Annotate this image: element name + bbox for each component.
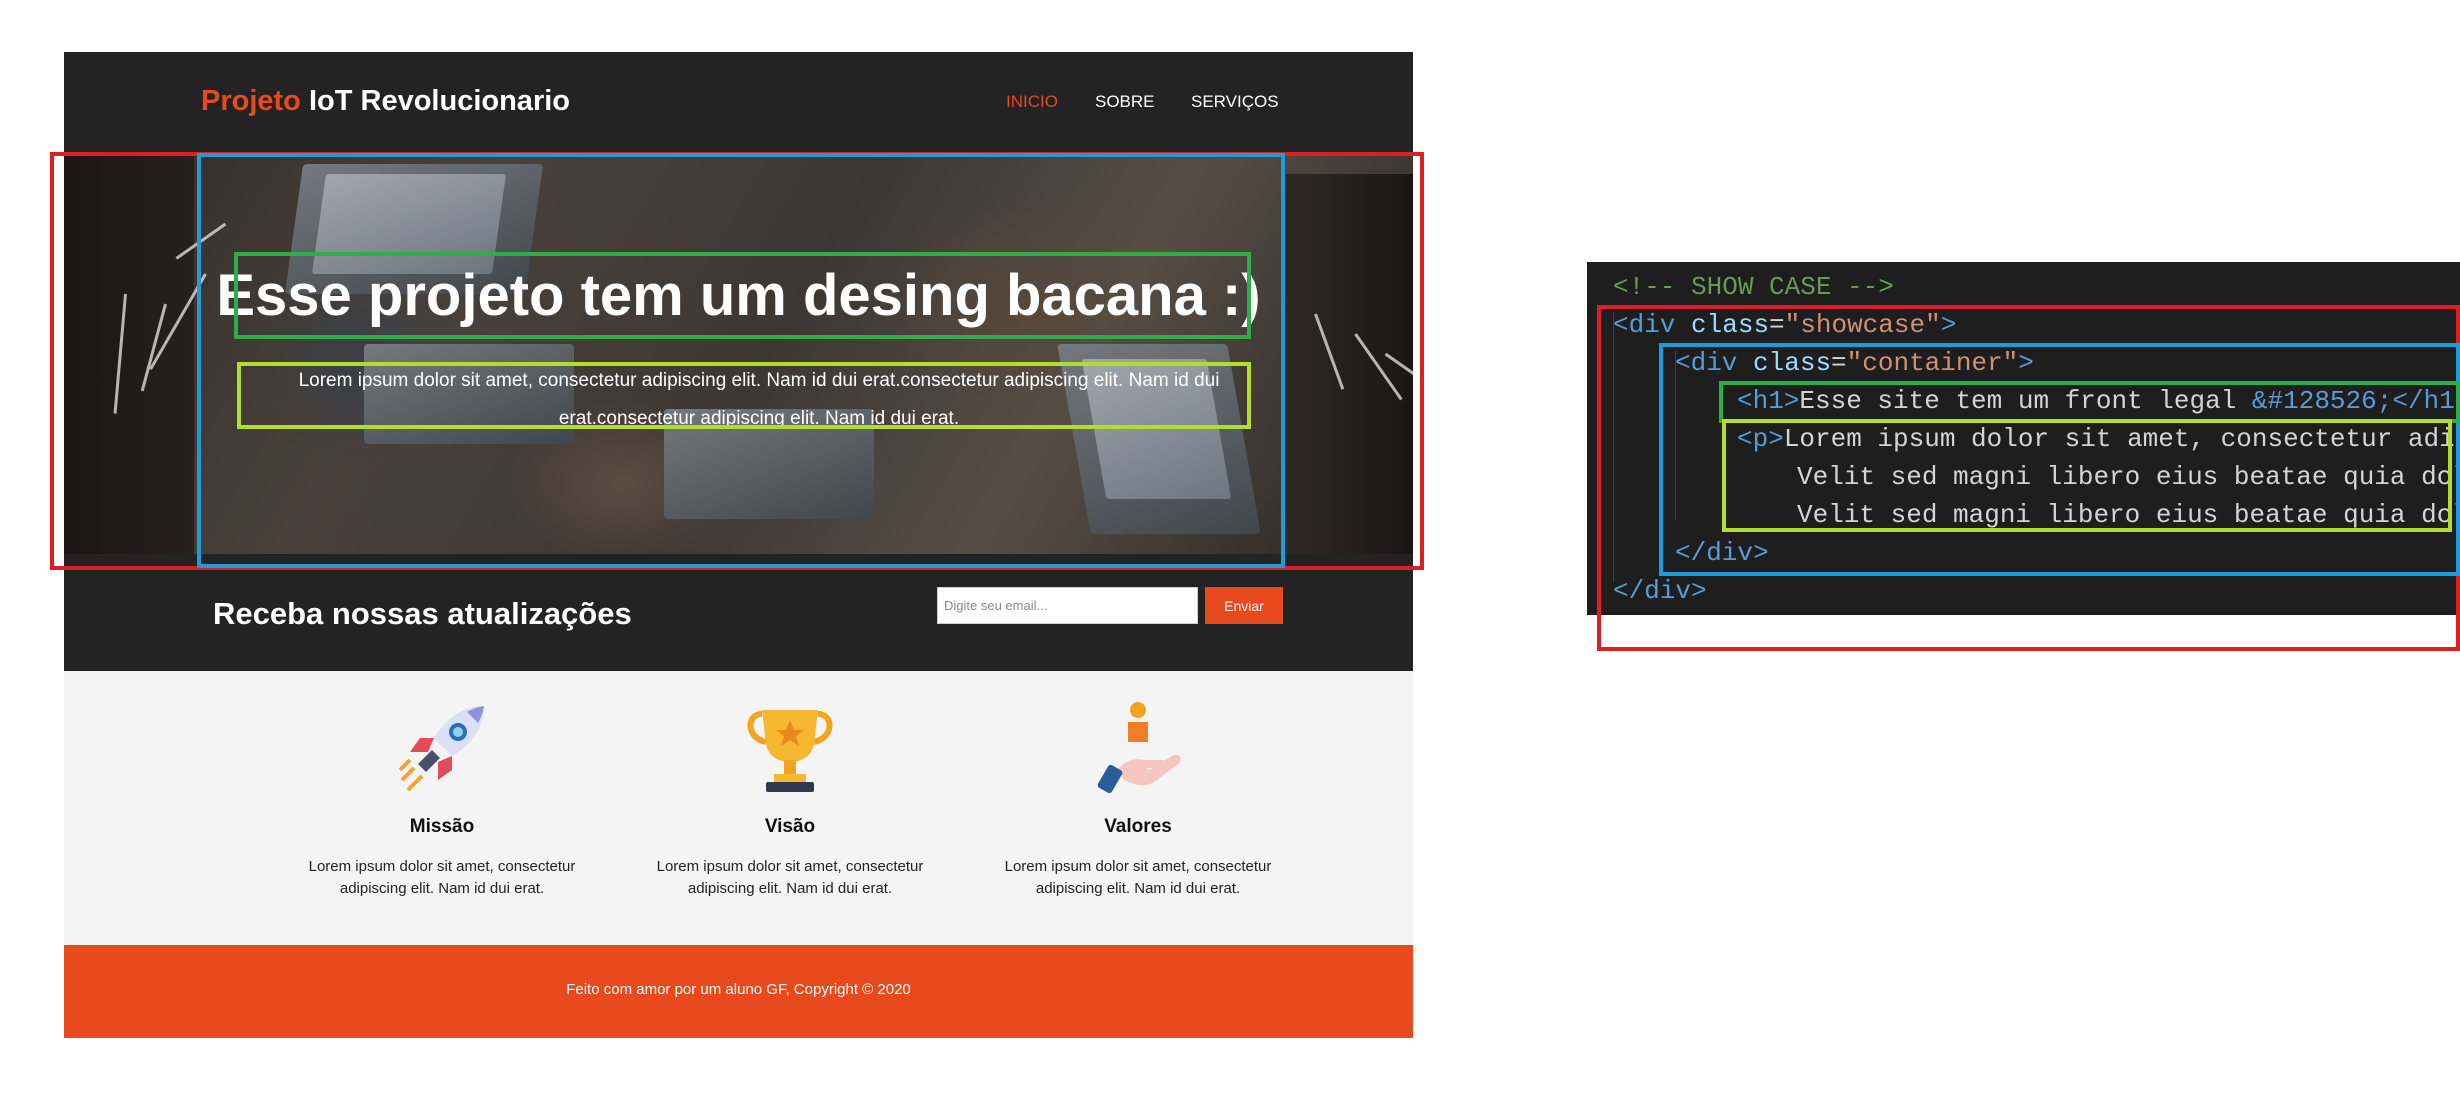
box-text: Lorem ipsum dolor sit amet, consectetur … [308, 858, 576, 897]
indent-guide [1613, 312, 1614, 582]
code-token: "showcase" [1784, 310, 1941, 340]
code-editor: <!-- SHOW CASE --> <div class="showcase"… [1587, 262, 2460, 615]
website-preview: Projeto IoT Revolucionario INICIO SOBRE … [64, 52, 1413, 1038]
code-line-p-cont: Velit sed magni libero eius beatae quia … [1797, 500, 2460, 530]
site-footer: Feito com amor por um aluno GF, Copyrigh… [64, 945, 1413, 1038]
logo-highlight: Projeto [201, 85, 301, 117]
code-token: <div [1613, 310, 1676, 340]
showcase-text: Lorem ipsum dolor sit amet, consectetur … [298, 370, 1220, 429]
code-line-div-close: </div> [1613, 576, 1707, 606]
box-text: Lorem ipsum dolor sit amet, consectetur … [656, 858, 924, 897]
site-header: Projeto IoT Revolucionario INICIO SOBRE … [64, 52, 1413, 154]
code-token: = [1769, 310, 1785, 340]
code-token: = [1831, 348, 1847, 378]
code-token: Lorem ipsum dolor sit amet, consectetur … [1783, 424, 2460, 454]
code-token: > [1940, 310, 1957, 340]
code-line-comment: <!-- SHOW CASE --> [1613, 272, 1894, 302]
code-line-div-close: </div> [1675, 538, 1769, 568]
box-text: Lorem ipsum dolor sit amet, consectetur … [1004, 858, 1272, 897]
newsletter-section: Receba nossas atualizações Enviar [64, 554, 1413, 671]
showcase-title: Esse projeto tem um desing bacana :) [216, 263, 1261, 328]
email-input[interactable] [937, 587, 1198, 624]
newsletter-title: Receba nossas atualizações [213, 596, 632, 631]
hand-person-icon [1097, 702, 1181, 794]
code-token: "container" [1846, 348, 2019, 378]
submit-button[interactable]: Enviar [1205, 587, 1283, 624]
nav-link-sobre[interactable]: SOBRE [1095, 92, 1155, 112]
showcase-hero: Esse projeto tem um desing bacana :) Lor… [64, 154, 1413, 554]
box-title: Valores [1104, 816, 1172, 837]
code-token: > [2018, 348, 2034, 378]
rocket-icon [398, 706, 484, 792]
code-token: </div> [1613, 576, 1707, 606]
code-line-div-container: <div class="container"> [1675, 348, 2034, 378]
code-token: </h1> [2392, 386, 2460, 416]
code-line-p: <p>Lorem ipsum dolor sit amet, consectet… [1737, 424, 2460, 454]
code-token: <h1> [1737, 386, 1800, 416]
box-visao: Visão Lorem ipsum dolor sit amet, consec… [645, 698, 935, 900]
code-line-p-cont: Velit sed magni libero eius beatae quia … [1797, 462, 2460, 492]
nav-link-inicio[interactable]: INICIO [1006, 92, 1058, 112]
code-token: </div> [1675, 538, 1769, 568]
code-token: class [1753, 348, 1832, 378]
code-line-h1: <h1>Esse site tem um front legal &#12852… [1737, 386, 2460, 416]
site-logo[interactable]: Projeto IoT Revolucionario [201, 85, 570, 118]
box-title: Visão [764, 816, 816, 837]
code-comment: <!-- SHOW CASE --> [1613, 272, 1894, 302]
code-token: &#128526; [2251, 386, 2393, 416]
code-line-div-showcase: <div class="showcase"> [1613, 310, 1956, 340]
box-title: Missão [409, 816, 475, 837]
showcase-overlay [64, 154, 1413, 554]
logo-text: IoT Revolucionario [308, 85, 570, 117]
box-valores: Valores Lorem ipsum dolor sit amet, cons… [993, 698, 1283, 900]
code-token: class [1691, 310, 1770, 340]
code-token: Velit sed magni libero eius beatae quia … [1797, 462, 2460, 492]
footer-text: Feito com amor por um aluno GF, Copyrigh… [566, 981, 911, 998]
nav-link-servicos[interactable]: SERVIÇOS [1191, 92, 1279, 112]
trophy-icon [747, 710, 833, 792]
code-token: Velit sed magni libero eius beatae quia … [1797, 500, 2460, 530]
code-token: <p> [1737, 424, 1784, 454]
code-token: <div [1675, 348, 1738, 378]
box-missao: Missão Lorem ipsum dolor sit amet, conse… [297, 698, 587, 900]
code-token: Esse site tem um front legal [1799, 386, 2252, 416]
